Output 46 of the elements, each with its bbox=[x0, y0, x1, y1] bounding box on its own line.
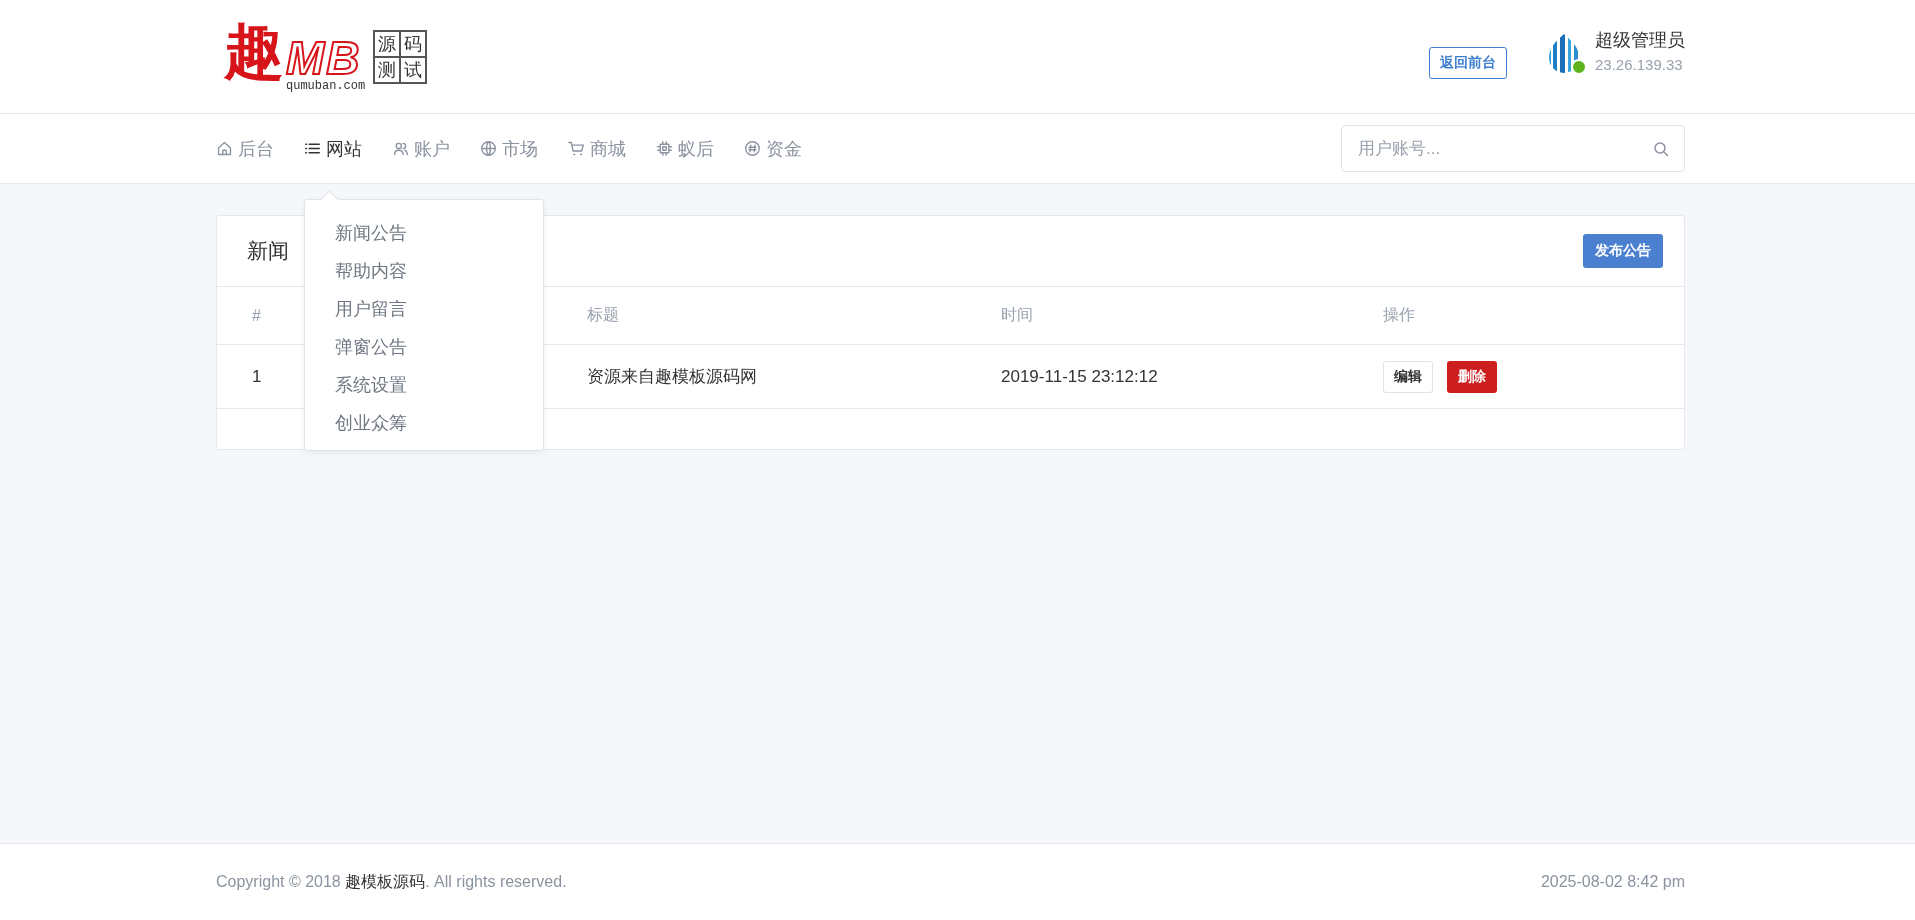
menu-item[interactable]: 新闻公告 bbox=[305, 213, 543, 252]
search-field[interactable]: 用户账号... bbox=[1341, 125, 1685, 172]
column-header: 时间 bbox=[1001, 305, 1033, 325]
nav-tab[interactable]: 商城 bbox=[568, 136, 626, 161]
nav-icon bbox=[480, 140, 497, 157]
nav-tab[interactable]: 后台 bbox=[216, 136, 274, 161]
logo-letters: MB bbox=[286, 34, 362, 81]
table-cell-text: 资源来自趣模板源码网 bbox=[587, 366, 757, 388]
table-cell: 2019-11-15 23:12:12 bbox=[1001, 366, 1158, 387]
column-header: # bbox=[252, 306, 261, 325]
table-cell: 1 bbox=[252, 366, 262, 387]
front-page-button[interactable]: 返回前台 bbox=[1429, 46, 1507, 79]
menu-item[interactable]: 帮助内容 bbox=[305, 251, 543, 290]
menu-item[interactable]: 用户留言 bbox=[305, 289, 543, 328]
publish-button[interactable]: 发布公告 bbox=[1583, 234, 1663, 268]
menu-item[interactable]: 弹窗公告 bbox=[305, 327, 543, 366]
copyright-text: Copyright © 2018 趣模板源码. All rights reserved. bbox=[216, 871, 567, 892]
user-name: 超级管理员 bbox=[1595, 29, 1685, 52]
menu-item[interactable]: 创业众筹 bbox=[305, 403, 543, 442]
column-header: 操作 bbox=[1383, 305, 1415, 325]
nav-icon bbox=[744, 140, 761, 157]
edit-button[interactable]: 编辑 bbox=[1383, 360, 1433, 393]
logo-grid-character: 试 bbox=[400, 56, 427, 83]
ip-address: 23.26.139.33 bbox=[1595, 56, 1684, 73]
brand-link[interactable]: 趣模板源码 bbox=[345, 872, 426, 890]
logo-domain: qumuban.com bbox=[286, 78, 366, 93]
logo-grid-character: 测 bbox=[374, 56, 401, 83]
nav-tab[interactable]: 市场 bbox=[480, 136, 538, 161]
nav-tab[interactable]: 账户 bbox=[392, 136, 450, 161]
logo-grid-character: 码 bbox=[400, 30, 427, 57]
nav-tab[interactable]: 资金 bbox=[744, 136, 802, 161]
nav-tab[interactable]: 网站 bbox=[304, 136, 362, 161]
logo-grid-character: 源 bbox=[374, 30, 401, 57]
column-header: 标题 bbox=[587, 305, 619, 325]
delete-button[interactable]: 删除 bbox=[1447, 360, 1497, 393]
nav-icon bbox=[392, 140, 409, 157]
footer-date: 2025-08-02 8:42 pm bbox=[1540, 873, 1685, 891]
logo-mark: 趣 bbox=[224, 20, 284, 81]
nav-icon bbox=[568, 140, 585, 157]
nav-icon bbox=[216, 140, 233, 157]
nav-tab[interactable]: 蚁后 bbox=[656, 136, 714, 161]
search-icon[interactable] bbox=[1653, 141, 1669, 157]
nav-icon bbox=[656, 140, 673, 157]
menu-item[interactable]: 系统设置 bbox=[305, 365, 543, 404]
site-logo[interactable]: 趣MB qumuban.com 源 码 测 试 bbox=[224, 20, 428, 93]
card-title: 新闻 bbox=[247, 238, 289, 264]
